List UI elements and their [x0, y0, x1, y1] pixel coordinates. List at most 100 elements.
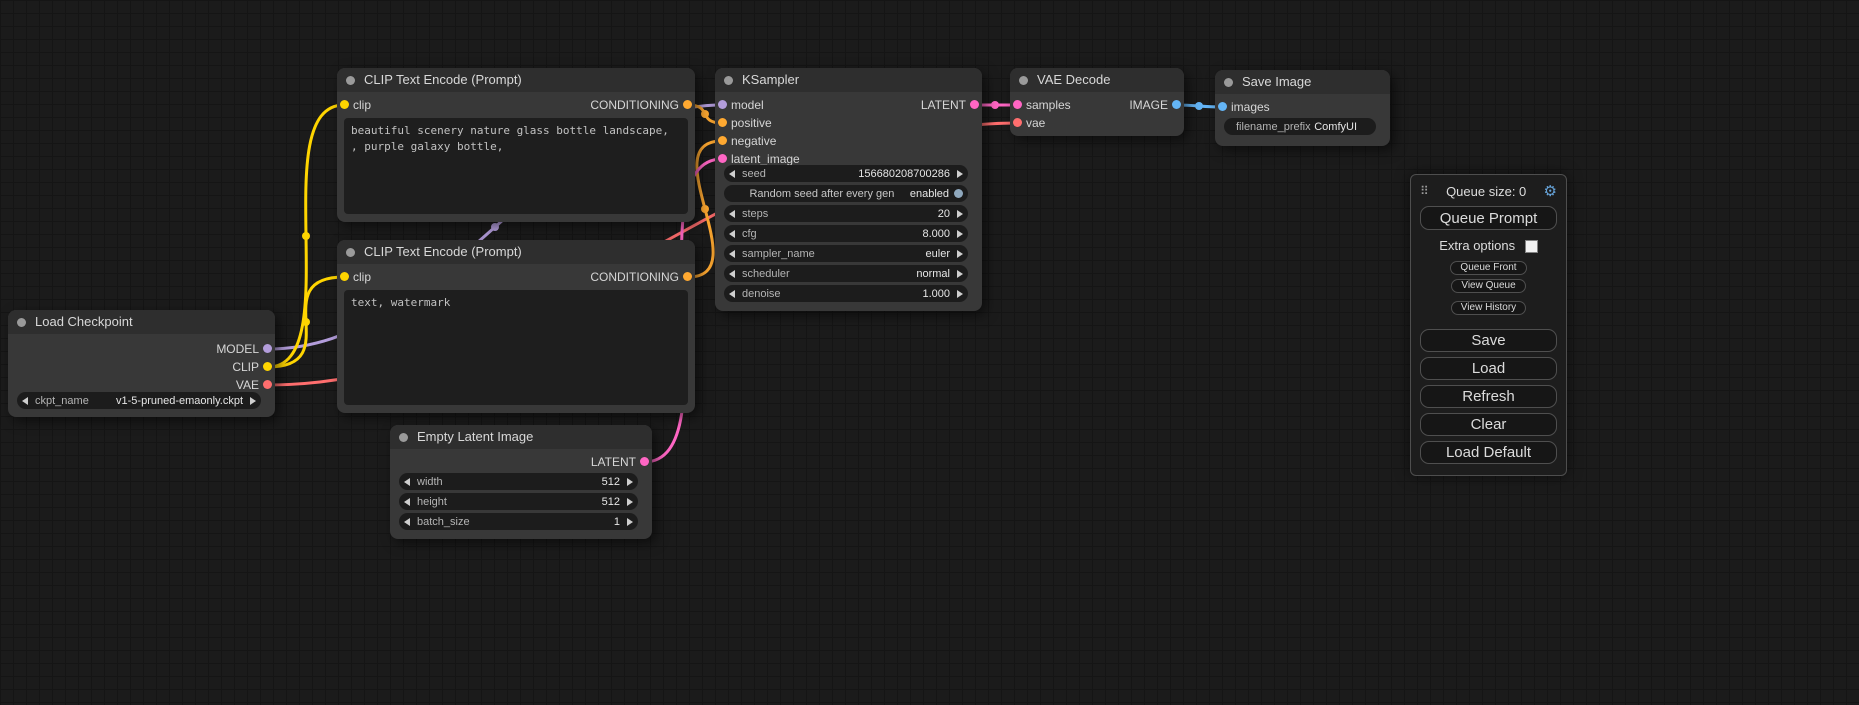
node-title-bar[interactable]: Load Checkpoint: [8, 310, 275, 334]
output-slot-vae[interactable]: [263, 380, 272, 389]
save-button[interactable]: Save: [1420, 329, 1557, 352]
decrement-arrow-icon[interactable]: [404, 518, 410, 526]
denoise-widget[interactable]: denoise 1.000: [724, 285, 968, 302]
clear-button[interactable]: Clear: [1420, 413, 1557, 436]
prev-value-arrow-icon[interactable]: [729, 250, 735, 258]
output-slot-conditioning[interactable]: [683, 272, 692, 281]
random-seed-toggle-widget[interactable]: Random seed after every gen enabled: [724, 185, 968, 202]
input-slot-latent-image[interactable]: [718, 154, 727, 163]
input-slot-clip[interactable]: [340, 272, 349, 281]
decrement-arrow-icon[interactable]: [729, 290, 735, 298]
toggle-dot-icon[interactable]: [954, 189, 963, 198]
output-slot-latent[interactable]: [640, 457, 649, 466]
output-slot-model[interactable]: [263, 344, 272, 353]
sampler-name-widget[interactable]: sampler_name euler: [724, 245, 968, 262]
next-value-arrow-icon[interactable]: [250, 397, 256, 405]
load-default-button[interactable]: Load Default: [1420, 441, 1557, 464]
input-slot-samples[interactable]: [1013, 100, 1022, 109]
widget-label: denoise: [742, 288, 781, 300]
negative-prompt-textarea[interactable]: text, watermark: [344, 290, 688, 405]
node-empty-latent-image[interactable]: Empty Latent Image LATENT width 512 heig…: [390, 425, 652, 539]
node-clip-text-encode-negative[interactable]: CLIP Text Encode (Prompt) clip CONDITION…: [337, 240, 695, 413]
node-title-bar[interactable]: Empty Latent Image: [390, 425, 652, 449]
decrement-arrow-icon[interactable]: [729, 230, 735, 238]
slot-row: negative: [715, 132, 982, 150]
width-widget[interactable]: width 512: [399, 473, 638, 490]
node-title-bar[interactable]: CLIP Text Encode (Prompt): [337, 240, 695, 264]
next-value-arrow-icon[interactable]: [957, 250, 963, 258]
input-slot-vae[interactable]: [1013, 118, 1022, 127]
node-title-bar[interactable]: Save Image: [1215, 70, 1390, 94]
scheduler-widget[interactable]: scheduler normal: [724, 265, 968, 282]
collapse-dot-icon[interactable]: [346, 248, 355, 257]
output-label-latent: LATENT: [591, 453, 636, 471]
queue-prompt-button[interactable]: Queue Prompt: [1420, 206, 1557, 230]
batch-size-widget[interactable]: batch_size 1: [399, 513, 638, 530]
cfg-widget[interactable]: cfg 8.000: [724, 225, 968, 242]
filename-prefix-widget[interactable]: filename_prefix ComfyUI: [1224, 118, 1376, 135]
ckpt-name-widget[interactable]: ckpt_name v1-5-pruned-emaonly.ckpt: [17, 392, 261, 409]
input-slot-model[interactable]: [718, 100, 727, 109]
output-slot-clip[interactable]: [263, 362, 272, 371]
increment-arrow-icon[interactable]: [957, 210, 963, 218]
node-title: VAE Decode: [1037, 68, 1110, 92]
view-history-button[interactable]: View History: [1451, 301, 1526, 315]
decrement-arrow-icon[interactable]: [404, 498, 410, 506]
input-slot-negative[interactable]: [718, 136, 727, 145]
increment-arrow-icon[interactable]: [957, 290, 963, 298]
input-label-model: model: [731, 96, 764, 114]
node-clip-text-encode-positive[interactable]: CLIP Text Encode (Prompt) clip CONDITION…: [337, 68, 695, 222]
node-save-image[interactable]: Save Image images filename_prefix ComfyU…: [1215, 70, 1390, 146]
steps-widget[interactable]: steps 20: [724, 205, 968, 222]
positive-prompt-textarea[interactable]: beautiful scenery nature glass bottle la…: [344, 118, 688, 214]
node-title-bar[interactable]: CLIP Text Encode (Prompt): [337, 68, 695, 92]
output-label-model: MODEL: [216, 340, 259, 358]
settings-gear-icon[interactable]: ⚙: [1544, 182, 1557, 200]
node-title-bar[interactable]: VAE Decode: [1010, 68, 1184, 92]
output-slot-conditioning[interactable]: [683, 100, 692, 109]
slot-row: clip CONDITIONING: [337, 96, 695, 114]
node-load-checkpoint[interactable]: Load Checkpoint MODEL CLIP VAE ckpt_name…: [8, 310, 275, 417]
decrement-arrow-icon[interactable]: [729, 170, 735, 178]
wire-latent-ksampler-midpoint: [991, 101, 999, 109]
input-slot-images[interactable]: [1218, 102, 1227, 111]
collapse-dot-icon[interactable]: [724, 76, 733, 85]
increment-arrow-icon[interactable]: [627, 478, 633, 486]
seed-widget[interactable]: seed 156680208700286: [724, 165, 968, 182]
collapse-dot-icon[interactable]: [399, 433, 408, 442]
slot-row: vae: [1010, 114, 1184, 132]
collapse-dot-icon[interactable]: [17, 318, 26, 327]
node-title: CLIP Text Encode (Prompt): [364, 240, 522, 264]
refresh-button[interactable]: Refresh: [1420, 385, 1557, 408]
wire-image-midpoint: [1195, 102, 1203, 110]
next-value-arrow-icon[interactable]: [957, 270, 963, 278]
graph-canvas[interactable]: Load Checkpoint MODEL CLIP VAE ckpt_name…: [0, 0, 1859, 705]
node-vae-decode[interactable]: VAE Decode samples IMAGE vae: [1010, 68, 1184, 136]
queue-front-button[interactable]: Queue Front: [1450, 261, 1526, 275]
prev-value-arrow-icon[interactable]: [22, 397, 28, 405]
output-slot-latent[interactable]: [970, 100, 979, 109]
extra-options-checkbox[interactable]: [1525, 240, 1538, 253]
decrement-arrow-icon[interactable]: [404, 478, 410, 486]
widget-value: 8.000: [757, 228, 950, 240]
collapse-dot-icon[interactable]: [1019, 76, 1028, 85]
node-ksampler[interactable]: KSampler model LATENT positive negative …: [715, 68, 982, 311]
decrement-arrow-icon[interactable]: [729, 210, 735, 218]
input-slot-clip[interactable]: [340, 100, 349, 109]
increment-arrow-icon[interactable]: [957, 170, 963, 178]
input-slot-positive[interactable]: [718, 118, 727, 127]
height-widget[interactable]: height 512: [399, 493, 638, 510]
collapse-dot-icon[interactable]: [1224, 78, 1233, 87]
prev-value-arrow-icon[interactable]: [729, 270, 735, 278]
view-queue-button[interactable]: View Queue: [1451, 279, 1525, 293]
slot-row: images: [1215, 98, 1390, 116]
output-slot-image[interactable]: [1172, 100, 1181, 109]
increment-arrow-icon[interactable]: [627, 498, 633, 506]
increment-arrow-icon[interactable]: [957, 230, 963, 238]
node-title-bar[interactable]: KSampler: [715, 68, 982, 92]
increment-arrow-icon[interactable]: [627, 518, 633, 526]
collapse-dot-icon[interactable]: [346, 76, 355, 85]
load-button[interactable]: Load: [1420, 357, 1557, 380]
drag-handle-icon[interactable]: ⠿: [1420, 184, 1429, 198]
wire-cond-positive-midpoint: [701, 110, 709, 118]
